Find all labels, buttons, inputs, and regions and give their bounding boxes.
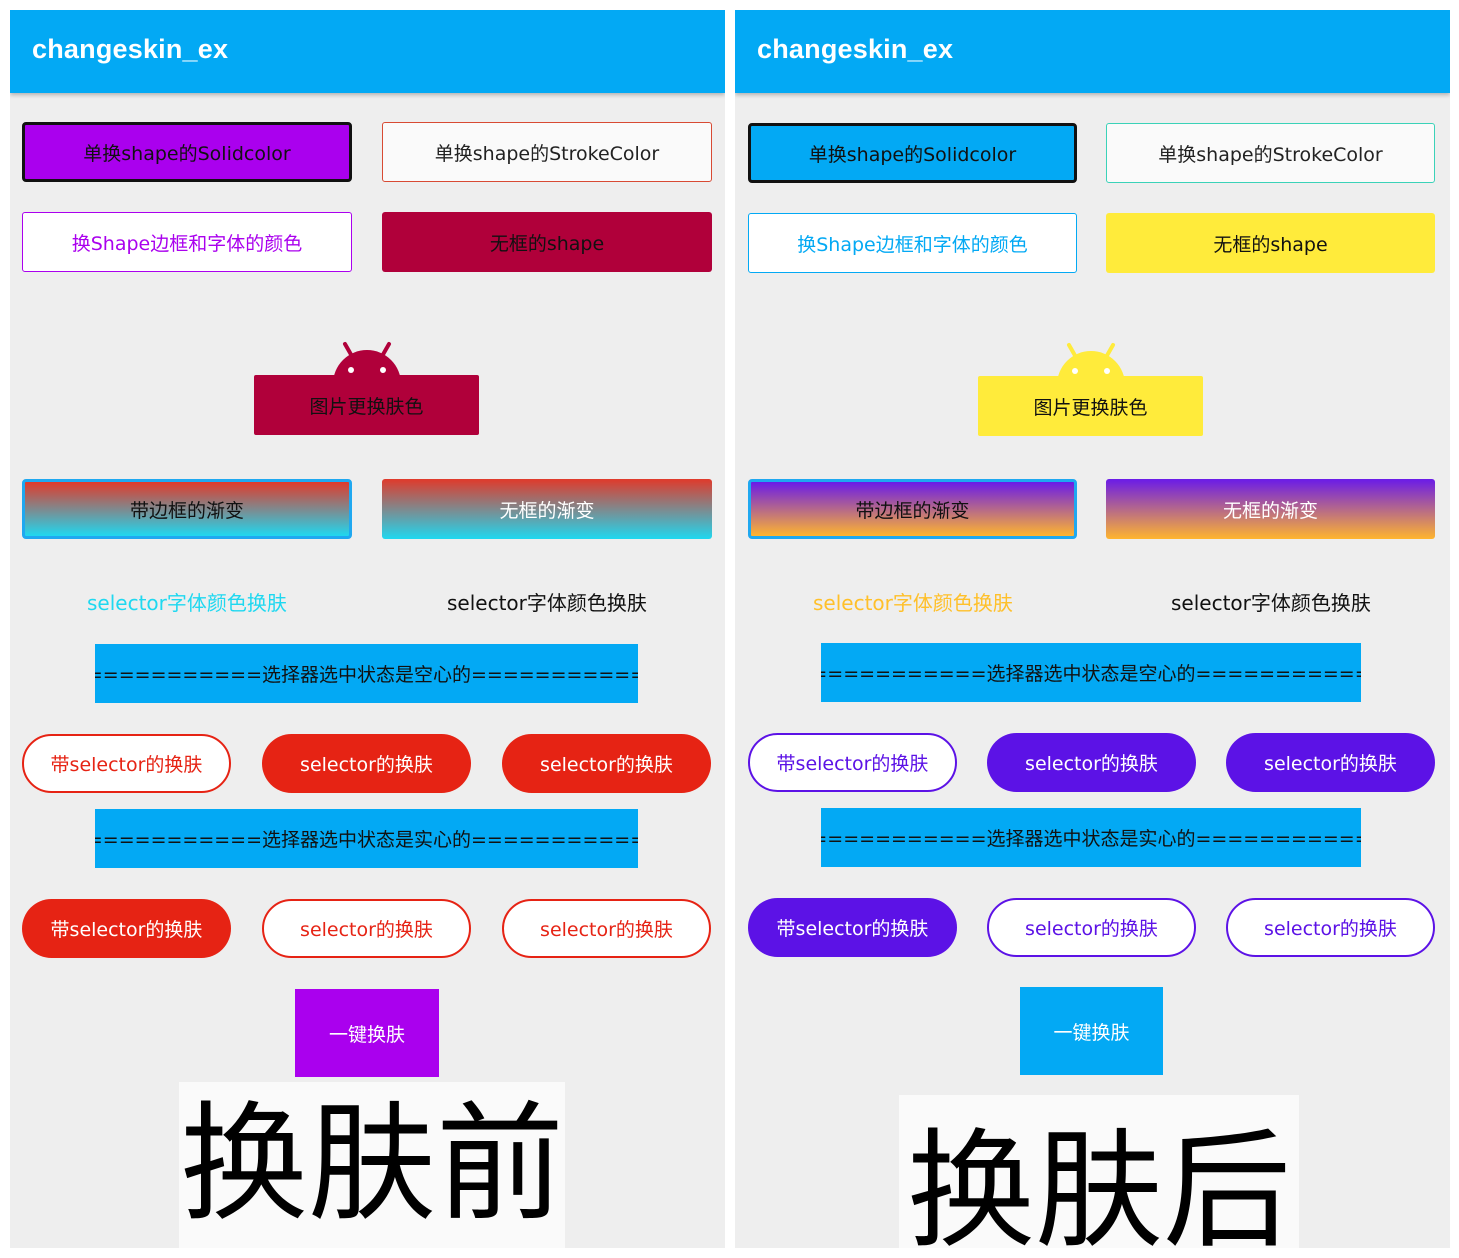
solidcolor-button[interactable]: 单换shape的Solidcolor xyxy=(748,123,1077,183)
selector-text[interactable]: selector字体颜色换肤 xyxy=(447,587,647,616)
strokecolor-button[interactable]: 单换shape的StrokeColor xyxy=(1106,123,1435,183)
caption-after: 换肤后 xyxy=(899,1095,1299,1248)
selector-text-selected[interactable]: selector字体颜色换肤 xyxy=(813,587,1013,616)
app-bar: changeskin_ex xyxy=(735,10,1450,93)
borderless-shape-button[interactable]: 无框的shape xyxy=(1106,213,1435,273)
selector-text-selected[interactable]: selector字体颜色换肤 xyxy=(87,587,287,616)
pill-hollow-1[interactable]: 带selector的换肤 xyxy=(748,733,957,792)
pill-solid-1[interactable]: 带selector的换肤 xyxy=(748,898,957,957)
pill-hollow-3[interactable]: selector的换肤 xyxy=(1226,733,1435,792)
app-title: changeskin_ex xyxy=(757,34,954,64)
strokecolor-button[interactable]: 单换shape的StrokeColor xyxy=(382,122,712,182)
pill-solid-2[interactable]: selector的换肤 xyxy=(987,898,1196,957)
pill-hollow-3[interactable]: selector的换肤 xyxy=(502,734,711,793)
pill-hollow-2[interactable]: selector的换肤 xyxy=(262,734,471,793)
borderless-shape-button[interactable]: 无框的shape xyxy=(382,212,712,272)
gradient-borderless-button[interactable]: 无框的渐变 xyxy=(1106,479,1435,539)
border-font-color-button[interactable]: 换Shape边框和字体的颜色 xyxy=(748,213,1077,273)
caption-text: 换肤后 xyxy=(906,1116,1291,1248)
one-key-skin-button[interactable]: 一键换肤 xyxy=(1020,987,1163,1075)
pill-hollow-2[interactable]: selector的换肤 xyxy=(987,733,1196,792)
border-font-color-button[interactable]: 换Shape边框和字体的颜色 xyxy=(22,212,352,272)
caption-text: 换肤前 xyxy=(179,1090,564,1239)
pill-solid-2[interactable]: selector的换肤 xyxy=(262,899,471,958)
hollow-selector-header: =============选择器选中状态是空心的============= xyxy=(821,643,1361,702)
app-bar: changeskin_ex xyxy=(10,10,725,93)
gradient-border-button[interactable]: 带边框的渐变 xyxy=(748,479,1077,539)
screen-before: changeskin_ex 单换shape的Solidcolor 单换shape… xyxy=(10,10,725,1248)
app-title: changeskin_ex xyxy=(32,34,229,64)
screen-after: changeskin_ex 单换shape的Solidcolor 单换shape… xyxy=(735,10,1450,1248)
gradient-border-button[interactable]: 带边框的渐变 xyxy=(22,479,352,539)
pill-solid-3[interactable]: selector的换肤 xyxy=(1226,898,1435,957)
pill-solid-1[interactable]: 带selector的换肤 xyxy=(22,899,231,958)
selector-text[interactable]: selector字体颜色换肤 xyxy=(1171,587,1371,616)
solid-selector-header: =============选择器选中状态是实心的============= xyxy=(821,808,1361,867)
pill-solid-3[interactable]: selector的换肤 xyxy=(502,899,711,958)
gradient-borderless-button[interactable]: 无框的渐变 xyxy=(382,479,712,539)
solidcolor-button[interactable]: 单换shape的Solidcolor xyxy=(22,122,352,182)
caption-before: 换肤前 xyxy=(179,1082,565,1248)
image-skin-button[interactable]: 图片更换肤色 xyxy=(978,376,1203,436)
solid-selector-header: =============选择器选中状态是实心的============= xyxy=(95,809,638,868)
hollow-selector-header: =============选择器选中状态是空心的============= xyxy=(95,644,638,703)
one-key-skin-button[interactable]: 一键换肤 xyxy=(295,989,439,1077)
pill-hollow-1[interactable]: 带selector的换肤 xyxy=(22,734,231,793)
image-skin-button[interactable]: 图片更换肤色 xyxy=(254,375,479,435)
